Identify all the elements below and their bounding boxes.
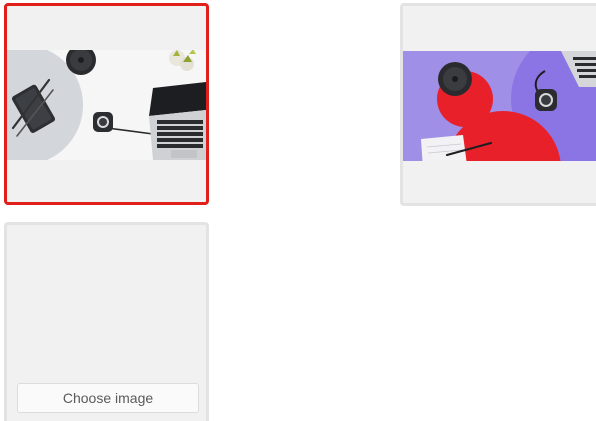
image-tile-product-desk[interactable]	[4, 3, 209, 205]
choose-image-button[interactable]: Choose image	[17, 383, 199, 413]
image-tile-product-purple[interactable]	[400, 3, 596, 206]
image-gallery: Choose image	[0, 0, 596, 421]
image-tile-empty[interactable]: Choose image	[4, 222, 209, 421]
purple-product-image	[403, 51, 596, 161]
desk-product-image	[7, 50, 206, 160]
